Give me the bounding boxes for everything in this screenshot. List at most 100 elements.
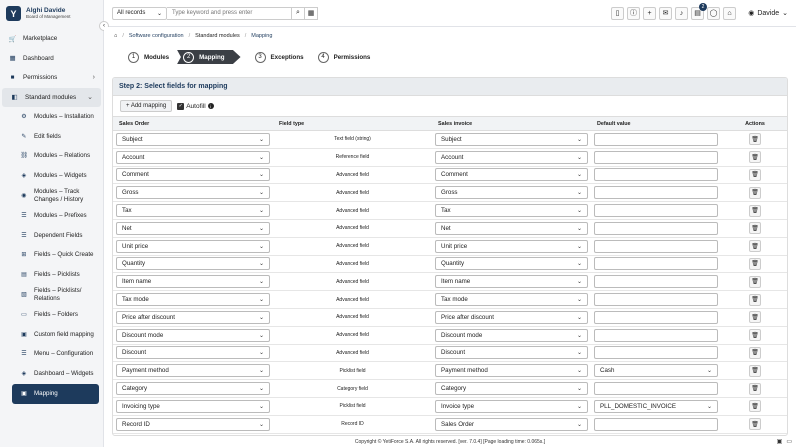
step-permissions[interactable]: 4 Permissions xyxy=(317,50,370,64)
target-field-select[interactable]: Discount mode ⌄ xyxy=(435,328,588,342)
trash-icon[interactable]: 🗑 xyxy=(749,382,761,395)
step-modules[interactable]: 1 Modules xyxy=(128,50,169,64)
default-value-input[interactable] xyxy=(594,346,718,360)
nav-item-marketplace[interactable]: 🛒 Marketplace xyxy=(0,29,103,49)
mail-icon[interactable]: ✉ xyxy=(659,6,672,20)
default-value-input[interactable] xyxy=(594,328,718,342)
sub-item-custom-field-mapping[interactable]: ▣ Custom field mapping xyxy=(12,325,103,345)
default-value-select[interactable]: PLL_DOMESTIC_INVOICE ⌄ xyxy=(594,399,718,413)
autofill-toggle[interactable]: ✓ Autofill i xyxy=(177,102,214,110)
target-field-select[interactable]: Net ⌄ xyxy=(435,221,588,235)
source-field-select[interactable]: Discount mode ⌄ xyxy=(116,328,270,342)
trash-icon[interactable]: 🗑 xyxy=(749,400,761,413)
source-field-select[interactable]: Quantity ⌄ xyxy=(116,257,270,271)
trash-icon[interactable]: 🗑 xyxy=(749,168,761,181)
default-value-input[interactable] xyxy=(594,132,718,146)
trash-icon[interactable]: 🗑 xyxy=(749,275,761,288)
default-value-input[interactable] xyxy=(594,221,718,235)
default-value-input[interactable] xyxy=(594,186,718,200)
nav-item-standard-modules[interactable]: ◧ Standard modules ⌄ xyxy=(2,87,101,107)
checkbox-checked-icon[interactable]: ✓ xyxy=(177,102,185,110)
add-mapping-button[interactable]: + Add mapping xyxy=(120,100,173,112)
source-field-select[interactable]: Comment ⌄ xyxy=(116,168,270,182)
target-field-select[interactable]: Price after discount ⌄ xyxy=(435,310,588,324)
step-exceptions[interactable]: 3 Exceptions xyxy=(254,50,304,64)
sub-item-modules-relations[interactable]: ⛓ Modules – Relations xyxy=(12,147,103,167)
target-field-select[interactable]: Item name ⌄ xyxy=(435,275,588,289)
source-field-select[interactable]: Account ⌄ xyxy=(116,150,270,164)
sub-item-edit-fields[interactable]: ✎ Edit fields xyxy=(12,127,103,147)
target-field-select[interactable]: Sales Order ⌄ xyxy=(435,417,588,431)
home-icon[interactable]: ⌂ xyxy=(723,6,736,20)
trash-icon[interactable]: 🗑 xyxy=(749,346,761,359)
source-field-select[interactable]: Discount ⌄ xyxy=(116,346,270,360)
trash-icon[interactable]: 🗑 xyxy=(749,151,761,164)
info-icon[interactable]: i xyxy=(207,103,214,109)
default-value-input[interactable] xyxy=(594,293,718,307)
source-field-select[interactable]: Gross ⌄ xyxy=(116,186,270,200)
default-value-input[interactable] xyxy=(594,417,718,431)
sub-item-quick-create[interactable]: ⊞ Fields – Quick Create xyxy=(12,246,103,266)
knowledge-base-icon[interactable]: ▯ xyxy=(611,6,624,20)
trash-icon[interactable]: 🗑 xyxy=(749,329,761,342)
quick-create-icon[interactable]: + xyxy=(643,6,656,20)
source-field-select[interactable]: Record ID ⌄ xyxy=(116,417,270,431)
trash-icon[interactable]: 🗑 xyxy=(749,133,761,146)
default-value-input[interactable] xyxy=(594,168,718,182)
default-value-input[interactable] xyxy=(594,257,718,271)
home-icon[interactable]: ⌂ xyxy=(114,33,117,39)
sub-item-modules-widgets[interactable]: ◈ Modules – Widgets xyxy=(12,166,103,186)
advanced-search-icon[interactable]: ▦ xyxy=(305,6,318,20)
nav-item-dashboard[interactable]: ▦ Dashboard xyxy=(0,49,103,69)
sub-item-prefixes[interactable]: ☰ Modules – Prefixes xyxy=(12,206,103,226)
breadcrumb-item[interactable]: Software configuration xyxy=(129,33,184,39)
source-field-select[interactable]: Tax mode ⌄ xyxy=(116,293,270,307)
source-field-select[interactable]: Category ⌄ xyxy=(116,382,270,396)
default-value-input[interactable] xyxy=(594,239,718,253)
source-field-select[interactable]: Net ⌄ xyxy=(116,221,270,235)
sub-item-picklists-relations[interactable]: ▧ Fields – Picklists/ Relations xyxy=(12,285,103,305)
trash-icon[interactable]: 🗑 xyxy=(749,257,761,270)
target-field-select[interactable]: Account ⌄ xyxy=(435,150,588,164)
source-field-select[interactable]: Subject ⌄ xyxy=(116,132,270,146)
target-field-select[interactable]: Gross ⌄ xyxy=(435,186,588,200)
target-field-select[interactable]: Subject ⌄ xyxy=(435,132,588,146)
target-field-select[interactable]: Unit price ⌄ xyxy=(435,239,588,253)
sub-item-folders[interactable]: ▭ Fields – Folders xyxy=(12,305,103,325)
target-field-select[interactable]: Category ⌄ xyxy=(435,382,588,396)
sub-item-modules-installation[interactable]: ⚙ Modules – Installation xyxy=(12,107,103,127)
target-field-select[interactable]: Comment ⌄ xyxy=(435,168,588,182)
sub-item-dependent-fields[interactable]: ☰ Dependent Fields xyxy=(12,226,103,246)
source-field-select[interactable]: Item name ⌄ xyxy=(116,275,270,289)
shopping-bag-icon[interactable]: ▣ xyxy=(777,438,783,445)
trash-icon[interactable]: 🗑 xyxy=(749,293,761,306)
target-field-select[interactable]: Payment method ⌄ xyxy=(435,364,588,378)
search-icon[interactable]: ⌕ xyxy=(292,6,305,20)
default-value-input[interactable] xyxy=(594,204,718,218)
sub-item-track-changes[interactable]: ◉ Modules – Track Changes / History xyxy=(12,186,103,206)
trash-icon[interactable]: 🗑 xyxy=(749,311,761,324)
step-mapping[interactable]: 2 Mapping xyxy=(177,50,241,64)
sub-item-menu-configuration[interactable]: ☰ Menu – Configuration xyxy=(12,345,103,365)
source-field-select[interactable]: Unit price ⌄ xyxy=(116,239,270,253)
trash-icon[interactable]: 🗑 xyxy=(749,240,761,253)
chat-bubble-icon[interactable]: ▭ xyxy=(786,438,792,445)
target-field-select[interactable]: Quantity ⌄ xyxy=(435,257,588,271)
sub-item-dashboard-widgets[interactable]: ◈ Dashboard – Widgets xyxy=(12,364,103,384)
trash-icon[interactable]: 🗑 xyxy=(749,364,761,377)
search-input[interactable]: Type keyword and press enter xyxy=(167,6,292,20)
info-icon[interactable]: ⓘ xyxy=(627,6,640,20)
target-field-select[interactable]: Discount ⌄ xyxy=(435,346,588,360)
trash-icon[interactable]: 🗑 xyxy=(749,418,761,431)
sub-item-picklists[interactable]: ▤ Fields – Picklists xyxy=(12,265,103,285)
chat-icon[interactable]: ◯ xyxy=(707,6,720,20)
trash-icon[interactable]: 🗑 xyxy=(749,222,761,235)
default-value-input[interactable] xyxy=(594,310,718,324)
notifications-icon[interactable]: ♪ xyxy=(675,6,688,20)
default-value-input[interactable] xyxy=(594,382,718,396)
trash-icon[interactable]: 🗑 xyxy=(749,186,761,199)
user-menu[interactable]: ◉ Davide ⌄ xyxy=(748,9,788,18)
trash-icon[interactable]: 🗑 xyxy=(749,204,761,217)
target-field-select[interactable]: Tax ⌄ xyxy=(435,204,588,218)
nav-item-permissions[interactable]: ■ Permissions › xyxy=(0,68,103,88)
